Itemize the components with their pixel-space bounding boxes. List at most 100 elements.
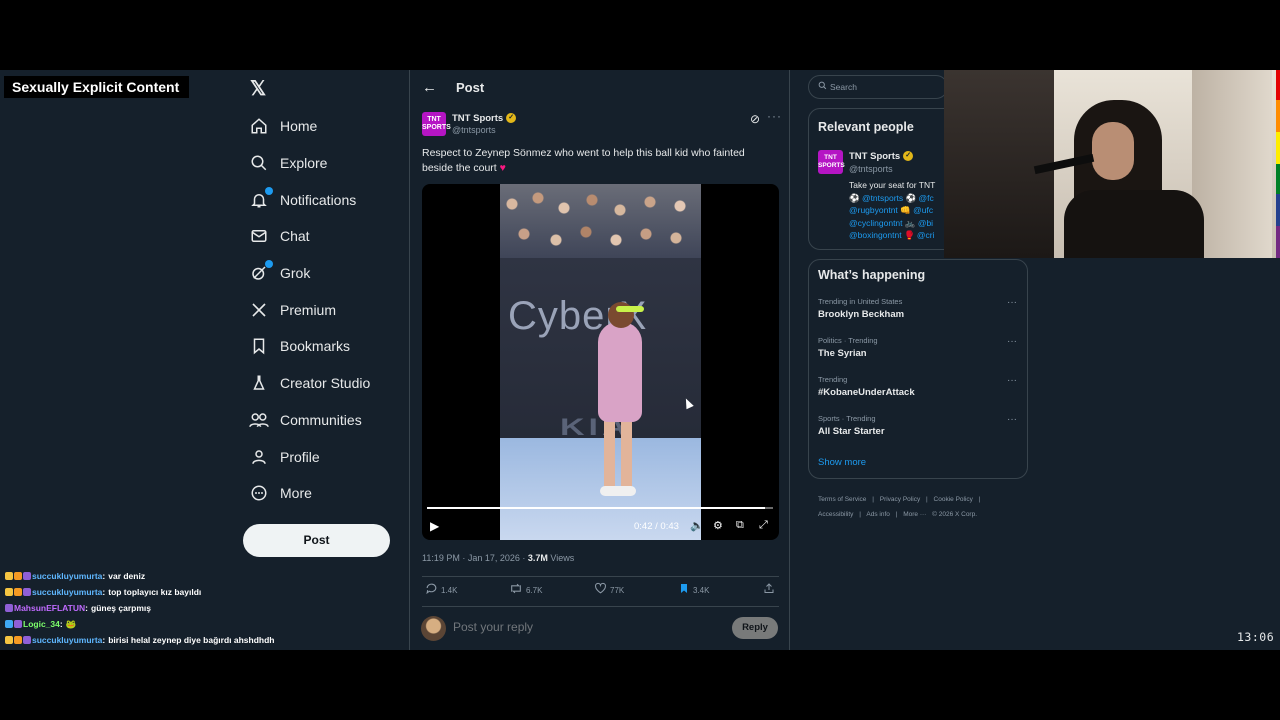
bio-link[interactable]: @rugbyontnt 👊 @ufc (849, 204, 945, 217)
bio-link[interactable]: ⚽ @tntsports ⚽ @fc (849, 192, 945, 205)
share-action[interactable] (763, 582, 778, 598)
post-timestamp[interactable]: 11:19 PM · Jan 17, 2026 · (422, 553, 528, 563)
chat-message: güneş çarpmış (91, 603, 151, 613)
show-more-link[interactable]: Show more (818, 457, 866, 468)
nav-label: Premium (280, 301, 337, 318)
video-player[interactable]: CyberX KIA ▶ 0:42 / 0:43 🔈 ⚙ ⧉ ⤢ (422, 184, 779, 540)
author-avatar[interactable]: TNT SPORTS (422, 112, 451, 136)
relevant-name-row[interactable]: TNT Sports ✓ (849, 151, 914, 162)
nav-item-explore[interactable]: Explore (248, 145, 408, 182)
relevant-name[interactable]: TNT Sports (849, 151, 900, 162)
chat-username[interactable]: succukluyumurta (32, 632, 102, 648)
footer-link[interactable]: Accessibility (818, 511, 853, 518)
mail-icon (248, 225, 270, 247)
reply-count: 1.4K (441, 585, 458, 595)
compose-post-button[interactable]: Post (243, 524, 390, 557)
nav-item-grok[interactable]: Grok (248, 255, 408, 292)
like-count: 77K (610, 585, 625, 595)
chat-username[interactable]: succukluyumurta (32, 568, 102, 584)
nav-item-bookmarks[interactable]: Bookmarks (248, 328, 408, 365)
bio-link[interactable]: @cyclingontnt 🚲 @bi (849, 217, 945, 230)
nav-item-communities[interactable]: Communities (248, 402, 408, 439)
relevant-handle[interactable]: @tntsports (849, 164, 893, 174)
streamer-body (1064, 190, 1204, 258)
footer-separator: | (895, 511, 898, 518)
picture-in-picture-icon[interactable]: ⧉ (736, 519, 744, 532)
nav-item-more[interactable]: More (248, 475, 408, 512)
user-avatar[interactable] (421, 616, 446, 641)
settings-gear-icon[interactable]: ⚙ (713, 519, 723, 532)
grok-icon (248, 260, 273, 284)
back-arrow-icon[interactable]: ← (422, 79, 437, 96)
author-name[interactable]: TNT Sports (452, 113, 503, 124)
footer-copyright: © 2026 X Corp. (932, 511, 978, 518)
divider (422, 606, 779, 607)
footer-separator: | (978, 496, 981, 503)
more-options-icon[interactable]: ··· (1007, 336, 1017, 347)
trend-item[interactable]: Trending in United States Brooklyn Beckh… (818, 297, 1023, 320)
trend-category: Sports · Trending (818, 414, 876, 423)
trend-item[interactable]: Sports · Trending All Star Starter ··· (818, 414, 1023, 437)
x-logo-icon[interactable]: 𝕏 (250, 79, 268, 99)
fullscreen-icon[interactable]: ⤢ (759, 519, 768, 532)
more-options-icon[interactable]: ··· (767, 109, 782, 123)
verified-badge-icon: ✓ (506, 113, 517, 124)
trend-item[interactable]: Trending #KobaneUnderAttack ··· (818, 375, 1023, 398)
volume-icon[interactable]: 🔈 (690, 519, 704, 532)
search-box[interactable]: Search (808, 75, 948, 99)
nav-label: Communities (280, 411, 362, 428)
trend-name: #KobaneUnderAttack (818, 387, 915, 398)
footer-link[interactable]: Ads info (866, 511, 890, 518)
chat-username[interactable]: Logic_34 (23, 616, 60, 632)
chat-message: var deniz (108, 571, 146, 581)
nav-item-profile[interactable]: Profile (248, 438, 408, 475)
play-icon[interactable]: ▶ (430, 519, 439, 533)
more-options-icon[interactable]: ··· (1007, 414, 1017, 425)
grok-icon[interactable]: ⊘ (750, 112, 760, 126)
reply-input[interactable]: Post your reply (453, 620, 533, 634)
streamer-face (1092, 122, 1134, 180)
more-options-icon[interactable]: ··· (1007, 375, 1017, 386)
reply-action[interactable]: 1.4K (425, 582, 457, 598)
footer-link[interactable]: Terms of Service (818, 496, 866, 503)
author-name-row[interactable]: TNT Sports ✓ (452, 113, 517, 124)
nav-item-home[interactable]: Home (248, 108, 408, 145)
video-progress-fill (427, 507, 766, 509)
like-action[interactable]: 77K (594, 582, 624, 598)
more-options-icon[interactable]: ··· (1007, 297, 1017, 308)
footer-link[interactable]: Privacy Policy (880, 496, 920, 503)
nav-label: Explore (280, 155, 328, 172)
badge-icon (23, 588, 31, 596)
trend-name: The Syrian (818, 348, 867, 359)
nav-item-creator-studio[interactable]: Creator Studio (248, 365, 408, 402)
sidebar-nav: Home Explore Notifications Chat Grok Pre… (248, 108, 408, 512)
video-progress-bar[interactable] (427, 507, 773, 509)
trend-item[interactable]: Politics · Trending The Syrian ··· (818, 336, 1023, 359)
chat-username[interactable]: succukluyumurta (32, 584, 102, 600)
reply-button[interactable]: Reply (732, 617, 778, 639)
bio-link[interactable]: @boxingontnt 🥊 @cri (849, 229, 945, 242)
footer-link[interactable]: More ··· (903, 511, 926, 518)
more-circle-icon (248, 482, 270, 504)
author-handle[interactable]: @tntsports (452, 125, 496, 135)
bookmark-action[interactable]: 3.4K (678, 582, 709, 598)
trend-category: Trending in United States (818, 297, 903, 306)
post-meta: 11:19 PM · Jan 17, 2026 · 3.7M Views (422, 553, 574, 563)
trend-category: Trending (818, 375, 848, 384)
footer-separator: | (926, 496, 928, 503)
badge-icon (14, 636, 22, 644)
nav-label: Profile (280, 448, 320, 465)
nav-item-premium[interactable]: Premium (248, 291, 408, 328)
column-divider (409, 70, 410, 650)
heart-emoji-icon: ♥ (499, 162, 506, 174)
repost-action[interactable]: 6.7K (509, 582, 542, 598)
nav-item-notifications[interactable]: Notifications (248, 181, 408, 218)
trend-category: Politics · Trending (818, 336, 878, 345)
nav-item-chat[interactable]: Chat (248, 218, 408, 255)
chat-username[interactable]: MahsunEFLATUN (14, 600, 85, 616)
footer-link[interactable]: Cookie Policy (934, 496, 973, 503)
bio-line: Take your seat for TNT (849, 180, 936, 190)
relevant-bio: Take your seat for TNT ⚽ @tntsports ⚽ @f… (849, 179, 945, 242)
relevant-avatar[interactable]: TNT SPORTS (818, 150, 845, 174)
notification-dot (265, 186, 273, 195)
